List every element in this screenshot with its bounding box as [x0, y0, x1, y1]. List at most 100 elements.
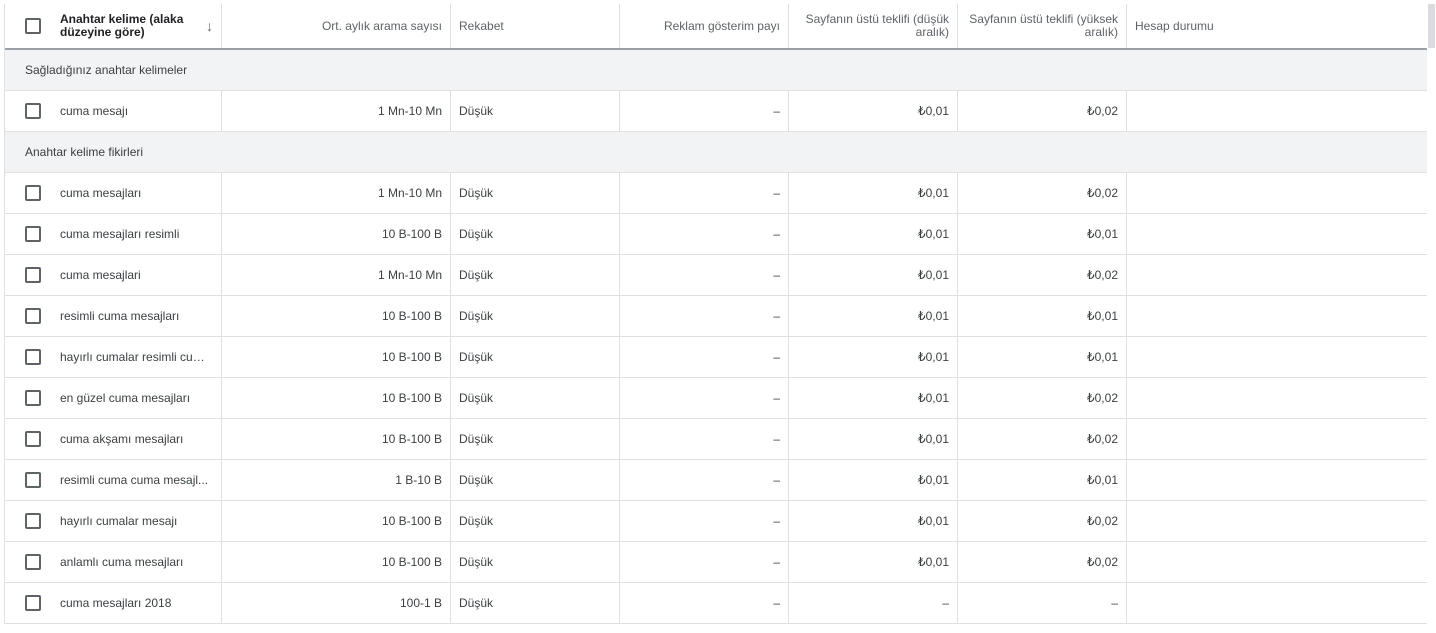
- keyword-cell[interactable]: hayırlı cumalar mesajı: [52, 501, 222, 541]
- impression-share-cell: –: [620, 296, 789, 336]
- row-checkbox[interactable]: [25, 513, 41, 529]
- impression-share-cell: –: [620, 460, 789, 500]
- column-header-impression-share[interactable]: Reklam gösterim payı: [620, 4, 789, 48]
- column-header-bid-low[interactable]: Sayfanın üstü teklifi (düşük aralık): [789, 4, 958, 48]
- row-checkbox[interactable]: [25, 226, 41, 242]
- bid-low-text: ₺0,01: [918, 104, 949, 118]
- bid-high-text: ₺0,01: [1087, 309, 1118, 323]
- competition-text: Düşük: [459, 391, 494, 405]
- competition-text: Düşük: [459, 104, 494, 118]
- column-header-competition[interactable]: Rekabet: [451, 4, 620, 48]
- impression-share-cell: –: [620, 91, 789, 131]
- bid-high-text: ₺0,01: [1087, 350, 1118, 364]
- row-check-cell: [5, 419, 52, 459]
- bid-low-text: ₺0,01: [918, 309, 949, 323]
- row-checkbox[interactable]: [25, 185, 41, 201]
- bid-low-cell: ₺0,01: [789, 460, 958, 500]
- bid-high-cell: ₺0,02: [958, 255, 1127, 295]
- section-header: Sağladığınız anahtar kelimeler: [5, 50, 1428, 91]
- row-checkbox[interactable]: [25, 103, 41, 119]
- table-row[interactable]: cuma mesajları resimli 10 B-100 B Düşük – ₺0…: [5, 214, 1428, 255]
- competition-text: Düşük: [459, 227, 494, 241]
- bid-low-cell: ₺0,01: [789, 542, 958, 582]
- account-status-cell: [1127, 460, 1428, 500]
- column-header-keyword-label: Anahtar kelime (alaka düzeyine göre): [60, 12, 184, 39]
- impression-share-text: –: [773, 309, 780, 323]
- table-row[interactable]: anlamlı cuma mesajları 10 B-100 B Düşük – ₺0…: [5, 542, 1428, 583]
- keyword-cell[interactable]: resimli cuma mesajları: [52, 296, 222, 336]
- keyword-cell[interactable]: cuma mesajı: [52, 91, 222, 131]
- competition-cell: Düşük: [451, 542, 620, 582]
- keyword-cell[interactable]: cuma mesajları 2018: [52, 583, 222, 623]
- row-checkbox[interactable]: [25, 431, 41, 447]
- row-checkbox[interactable]: [25, 390, 41, 406]
- keyword-cell[interactable]: hayırlı cumalar resimli cum...: [52, 337, 222, 377]
- bid-low-text: ₺0,01: [918, 350, 949, 364]
- bid-high-text: ₺0,02: [1087, 514, 1118, 528]
- competition-text: Düşük: [459, 432, 494, 446]
- row-check-cell: [5, 173, 52, 213]
- keyword-text: cuma mesajları: [60, 186, 142, 200]
- row-check-cell: [5, 337, 52, 377]
- column-header-competition-label: Rekabet: [459, 18, 504, 33]
- avg-searches-cell: 10 B-100 B: [222, 542, 451, 582]
- keyword-cell[interactable]: cuma akşamı mesajları: [52, 419, 222, 459]
- row-checkbox[interactable]: [25, 308, 41, 324]
- keyword-text: anlamlı cuma mesajları: [60, 555, 184, 569]
- competition-cell: Düşük: [451, 296, 620, 336]
- table-row[interactable]: en güzel cuma mesajları 10 B-100 B Düşük – ₺…: [5, 378, 1428, 419]
- scrollbar-thumb[interactable]: [1428, 4, 1435, 48]
- keyword-cell[interactable]: cuma mesajları resimli: [52, 214, 222, 254]
- keyword-cell[interactable]: cuma mesajlari: [52, 255, 222, 295]
- select-all-cell: [5, 4, 52, 48]
- row-checkbox[interactable]: [25, 349, 41, 365]
- bid-high-cell: ₺0,02: [958, 91, 1127, 131]
- bid-low-text: ₺0,01: [918, 555, 949, 569]
- competition-cell: Düşük: [451, 214, 620, 254]
- avg-searches-cell: 10 B-100 B: [222, 296, 451, 336]
- table-row[interactable]: cuma akşamı mesajları 10 B-100 B Düşük – ₺0,…: [5, 419, 1428, 460]
- scrollbar-track[interactable]: [1427, 0, 1436, 633]
- row-check-cell: [5, 255, 52, 295]
- table-row[interactable]: resimli cuma cuma mesajl... 1 B-10 B Düşük…: [5, 460, 1428, 501]
- table-row[interactable]: hayırlı cumalar mesajı 10 B-100 B Düşük – ₺0…: [5, 501, 1428, 542]
- row-checkbox[interactable]: [25, 472, 41, 488]
- keyword-cell[interactable]: resimli cuma cuma mesajl...: [52, 460, 222, 500]
- avg-searches-text: 10 B-100 B: [381, 227, 442, 241]
- arrow-down-icon[interactable]: ↓: [206, 19, 213, 33]
- avg-searches-text: 100-1 B: [399, 596, 442, 610]
- bid-high-cell: ₺0,02: [958, 419, 1127, 459]
- table-row[interactable]: resimli cuma mesajları 10 B-100 B Düşük – ₺0…: [5, 296, 1428, 337]
- competition-cell: Düşük: [451, 173, 620, 213]
- keyword-cell[interactable]: cuma mesajları: [52, 173, 222, 213]
- competition-text: Düşük: [459, 186, 494, 200]
- avg-searches-text: 1 B-10 B: [395, 473, 442, 487]
- column-header-bid-high[interactable]: Sayfanın üstü teklifi (yüksek aralık): [958, 4, 1127, 48]
- column-header-account-status[interactable]: Hesap durumu: [1127, 4, 1428, 48]
- avg-searches-text: 10 B-100 B: [381, 350, 442, 364]
- column-header-keyword[interactable]: Anahtar kelime (alaka düzeyine göre) ↓: [52, 4, 222, 48]
- column-header-avg-searches[interactable]: Ort. aylık arama sayısı: [222, 4, 451, 48]
- keyword-text: cuma akşamı mesajları: [60, 432, 184, 446]
- impression-share-cell: –: [620, 255, 789, 295]
- table-row[interactable]: cuma mesajları 2018 100-1 B Düşük – – –: [5, 583, 1428, 624]
- keyword-cell[interactable]: en güzel cuma mesajları: [52, 378, 222, 418]
- table-row[interactable]: cuma mesajı 1 Mn-10 Mn Düşük – ₺0,01 ₺0,02: [5, 91, 1428, 132]
- table-row[interactable]: cuma mesajlari 1 Mn-10 Mn Düşük – ₺0,01 ₺0,02: [5, 255, 1428, 296]
- keyword-cell[interactable]: anlamlı cuma mesajları: [52, 542, 222, 582]
- row-checkbox[interactable]: [25, 267, 41, 283]
- row-check-cell: [5, 501, 52, 541]
- select-all-checkbox[interactable]: [25, 18, 41, 34]
- bid-high-cell: ₺0,02: [958, 501, 1127, 541]
- competition-cell: Düşük: [451, 91, 620, 131]
- bid-low-cell: –: [789, 583, 958, 623]
- row-checkbox[interactable]: [25, 554, 41, 570]
- table-row[interactable]: hayırlı cumalar resimli cum... 10 B-100 B…: [5, 337, 1428, 378]
- competition-cell: Düşük: [451, 255, 620, 295]
- competition-cell: Düşük: [451, 583, 620, 623]
- bid-high-text: ₺0,01: [1087, 473, 1118, 487]
- keyword-text: resimli cuma mesajları: [60, 309, 180, 323]
- avg-searches-text: 1 Mn-10 Mn: [377, 186, 442, 200]
- table-row[interactable]: cuma mesajları 1 Mn-10 Mn Düşük – ₺0,01 ₺0,02: [5, 173, 1428, 214]
- row-checkbox[interactable]: [25, 595, 41, 611]
